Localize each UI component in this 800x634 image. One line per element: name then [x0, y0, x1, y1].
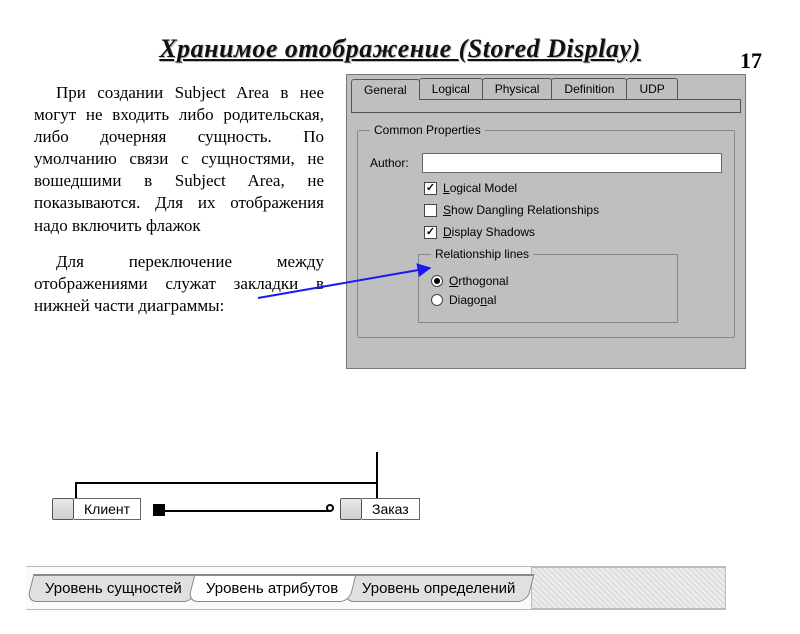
- checkbox-icon: [424, 182, 437, 195]
- entity-label: Клиент: [74, 498, 141, 520]
- radio-label: Orthogonal: [449, 274, 508, 288]
- relationship-lines-group: Relationship lines Orthogonal Diagonal: [418, 247, 678, 323]
- connector: [75, 482, 77, 498]
- radio-diagonal[interactable]: Diagonal: [431, 293, 665, 307]
- tab-strip-filler: [531, 567, 726, 609]
- connector: [75, 482, 377, 484]
- checkbox-icon: [424, 204, 437, 217]
- dialog-tabs: General Logical Physical Definition UDP: [347, 75, 745, 99]
- text-column: При создании Subject Area в нее могут не…: [34, 74, 324, 331]
- connector: [376, 452, 378, 482]
- relationship-end-icon: [326, 504, 334, 512]
- display-tab-entities[interactable]: Уровень сущностей: [27, 574, 201, 602]
- display-tab-attributes[interactable]: Уровень атрибутов: [187, 574, 356, 602]
- content-row: При создании Subject Area в нее могут не…: [0, 74, 800, 369]
- checkbox-label: Logical Model: [443, 181, 517, 195]
- page-title: Хранимое отображение (Stored Display): [0, 34, 800, 64]
- common-properties-group: Common Properties Author: Logical Model …: [357, 123, 735, 338]
- author-label: Author:: [370, 156, 422, 170]
- er-diagram: Клиент Заказ: [26, 480, 716, 540]
- relationship-end-icon: [153, 504, 165, 516]
- checkbox-label: Display Shadows: [443, 225, 535, 239]
- properties-dialog: General Logical Physical Definition UDP …: [346, 74, 746, 369]
- checkbox-icon: [424, 226, 437, 239]
- paragraph-2: Для переключение между отображениями слу…: [34, 251, 324, 317]
- checkbox-show-dangling[interactable]: Show Dangling Relationships: [424, 203, 722, 217]
- connector: [376, 482, 378, 498]
- display-tab-strip: Уровень сущностей Уровень атрибутов Уров…: [26, 566, 726, 610]
- entity-icon: [340, 498, 362, 520]
- tab-general[interactable]: General: [351, 79, 420, 100]
- author-row: Author:: [370, 153, 722, 173]
- display-tab-definitions[interactable]: Уровень определений: [344, 574, 534, 602]
- checkbox-label: Show Dangling Relationships: [443, 203, 599, 217]
- radio-icon: [431, 275, 443, 287]
- tab-udp[interactable]: UDP: [626, 78, 677, 99]
- entity-right[interactable]: Заказ: [340, 498, 420, 520]
- paragraph-1: При создании Subject Area в нее могут не…: [34, 82, 324, 237]
- relationship-lines-legend: Relationship lines: [431, 247, 533, 261]
- tab-physical[interactable]: Physical: [482, 78, 553, 99]
- checkbox-display-shadows[interactable]: Display Shadows: [424, 225, 722, 239]
- author-input[interactable]: [422, 153, 722, 173]
- radio-icon: [431, 294, 443, 306]
- entity-label: Заказ: [362, 498, 420, 520]
- tab-definition[interactable]: Definition: [551, 78, 627, 99]
- connector: [156, 510, 330, 512]
- entity-left[interactable]: Клиент: [52, 498, 141, 520]
- page-number: 17: [740, 48, 762, 74]
- common-properties-legend: Common Properties: [370, 123, 485, 137]
- tab-logical[interactable]: Logical: [419, 78, 483, 99]
- radio-orthogonal[interactable]: Orthogonal: [431, 274, 665, 288]
- radio-label: Diagonal: [449, 293, 496, 307]
- checkbox-logical-model[interactable]: Logical Model: [424, 181, 722, 195]
- entity-icon: [52, 498, 74, 520]
